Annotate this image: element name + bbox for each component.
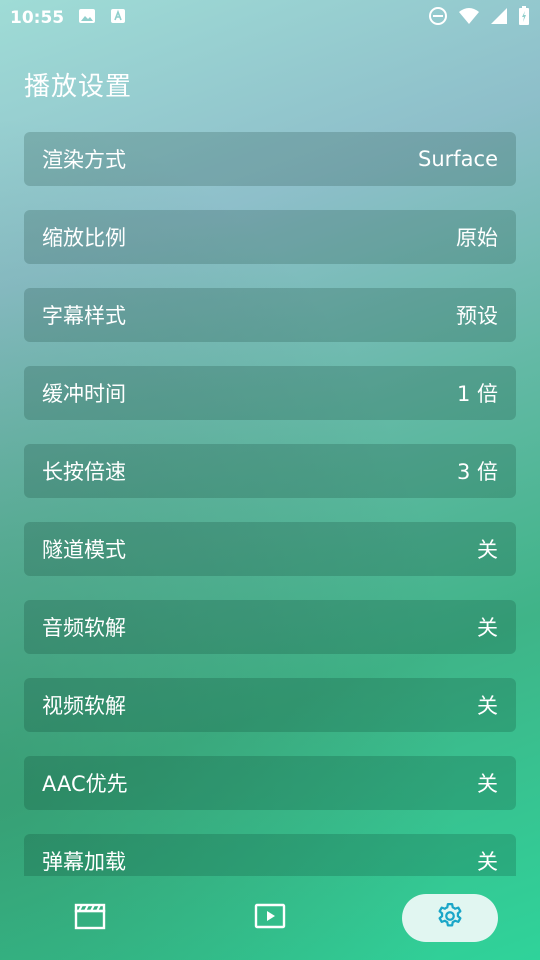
setting-value: Surface: [417, 147, 498, 171]
setting-label: 隧道模式: [42, 538, 126, 562]
page-title: 播放设置: [24, 72, 133, 102]
bottom-nav: [0, 876, 540, 960]
gear-icon: [435, 901, 465, 935]
settings-list[interactable]: 渲染方式 Surface 缩放比例 原始 字幕样式 预设 缓冲时间 1 倍 长按…: [24, 132, 516, 876]
setting-row-aac-priority[interactable]: AAC优先 关: [24, 756, 516, 810]
setting-label: 音频软解: [42, 616, 126, 640]
play-icon: [254, 903, 286, 933]
setting-value: 关: [477, 616, 498, 640]
setting-label: 缩放比例: [42, 226, 126, 250]
setting-value: 关: [477, 772, 498, 796]
setting-label: 弹幕加载: [42, 850, 126, 874]
nav-home-button[interactable]: [42, 894, 138, 942]
setting-row-long-press-speed[interactable]: 长按倍速 3 倍: [24, 444, 516, 498]
status-time: 10:55: [10, 8, 65, 28]
setting-label: 渲染方式: [42, 148, 126, 172]
setting-row-video-soft-decode[interactable]: 视频软解 关: [24, 678, 516, 732]
nav-settings-button[interactable]: [402, 894, 498, 942]
setting-row-tunnel-mode[interactable]: 隧道模式 关: [24, 522, 516, 576]
setting-row-subtitle-style[interactable]: 字幕样式 预设: [24, 288, 516, 342]
setting-label: 缓冲时间: [42, 382, 126, 406]
signal-icon: [490, 7, 508, 30]
nav-live-button[interactable]: [222, 894, 318, 942]
setting-row-buffer-time[interactable]: 缓冲时间 1 倍: [24, 366, 516, 420]
clapperboard-icon: [74, 902, 106, 934]
setting-value: 3 倍: [456, 460, 498, 484]
setting-row-audio-soft-decode[interactable]: 音频软解 关: [24, 600, 516, 654]
wifi-icon: [458, 7, 480, 30]
battery-icon: [518, 5, 530, 31]
setting-label: 长按倍速: [42, 460, 126, 484]
setting-value: 关: [477, 850, 498, 874]
setting-value: 预设: [456, 304, 498, 328]
setting-row-render-mode[interactable]: 渲染方式 Surface: [24, 132, 516, 186]
setting-row-scale[interactable]: 缩放比例 原始: [24, 210, 516, 264]
setting-value: 关: [477, 538, 498, 562]
setting-row-danmaku-load[interactable]: 弹幕加载 关: [24, 834, 516, 876]
setting-value: 1 倍: [456, 382, 498, 406]
a-text-icon: [110, 8, 126, 29]
dnd-icon: [428, 6, 448, 31]
setting-label: 视频软解: [42, 694, 126, 718]
status-bar: 10:55: [0, 0, 540, 36]
image-icon: [78, 8, 96, 29]
setting-label: 字幕样式: [42, 304, 126, 328]
setting-value: 原始: [456, 226, 498, 250]
setting-value: 关: [477, 694, 498, 718]
setting-label: AAC优先: [42, 772, 128, 796]
